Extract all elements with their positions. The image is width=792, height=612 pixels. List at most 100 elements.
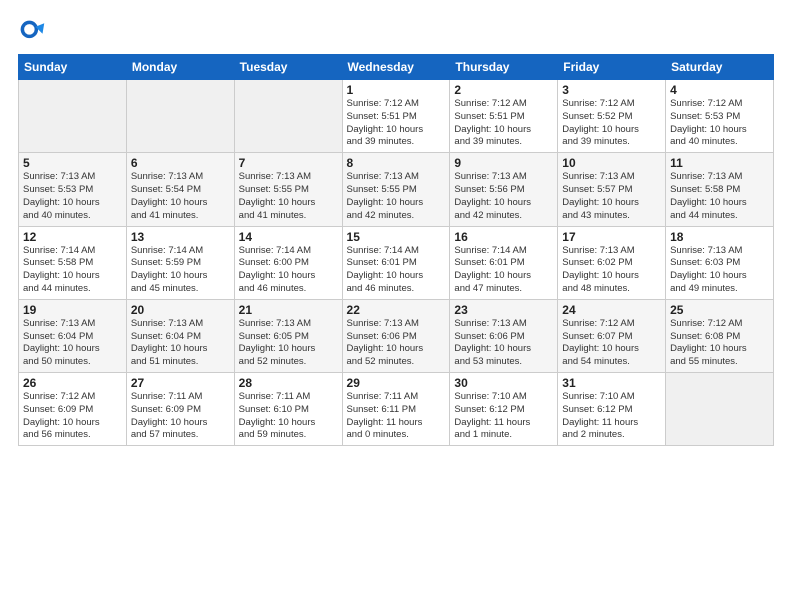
day-info: Sunrise: 7:10 AM Sunset: 6:12 PM Dayligh… bbox=[562, 391, 661, 442]
weekday-header-sunday: Sunday bbox=[19, 55, 127, 80]
logo bbox=[18, 18, 48, 46]
day-info: Sunrise: 7:12 AM Sunset: 5:51 PM Dayligh… bbox=[347, 98, 446, 149]
day-info: Sunrise: 7:12 AM Sunset: 6:09 PM Dayligh… bbox=[23, 391, 122, 442]
day-info: Sunrise: 7:14 AM Sunset: 5:58 PM Dayligh… bbox=[23, 245, 122, 296]
day-number: 15 bbox=[347, 230, 446, 244]
day-number: 27 bbox=[131, 376, 230, 390]
day-number: 21 bbox=[239, 303, 338, 317]
calendar-cell bbox=[126, 80, 234, 153]
day-info: Sunrise: 7:13 AM Sunset: 6:04 PM Dayligh… bbox=[23, 318, 122, 369]
day-info: Sunrise: 7:12 AM Sunset: 6:07 PM Dayligh… bbox=[562, 318, 661, 369]
day-number: 20 bbox=[131, 303, 230, 317]
day-info: Sunrise: 7:14 AM Sunset: 6:00 PM Dayligh… bbox=[239, 245, 338, 296]
day-number: 5 bbox=[23, 156, 122, 170]
calendar-cell: 17Sunrise: 7:13 AM Sunset: 6:02 PM Dayli… bbox=[558, 226, 666, 299]
weekday-header-row: SundayMondayTuesdayWednesdayThursdayFrid… bbox=[19, 55, 774, 80]
calendar-cell: 3Sunrise: 7:12 AM Sunset: 5:52 PM Daylig… bbox=[558, 80, 666, 153]
day-info: Sunrise: 7:13 AM Sunset: 6:03 PM Dayligh… bbox=[670, 245, 769, 296]
calendar-cell bbox=[234, 80, 342, 153]
day-number: 19 bbox=[23, 303, 122, 317]
day-info: Sunrise: 7:12 AM Sunset: 5:53 PM Dayligh… bbox=[670, 98, 769, 149]
day-number: 14 bbox=[239, 230, 338, 244]
day-info: Sunrise: 7:12 AM Sunset: 5:52 PM Dayligh… bbox=[562, 98, 661, 149]
calendar-cell: 27Sunrise: 7:11 AM Sunset: 6:09 PM Dayli… bbox=[126, 373, 234, 446]
day-number: 9 bbox=[454, 156, 553, 170]
calendar-cell: 15Sunrise: 7:14 AM Sunset: 6:01 PM Dayli… bbox=[342, 226, 450, 299]
weekday-header-friday: Friday bbox=[558, 55, 666, 80]
day-info: Sunrise: 7:14 AM Sunset: 5:59 PM Dayligh… bbox=[131, 245, 230, 296]
day-number: 31 bbox=[562, 376, 661, 390]
calendar-table: SundayMondayTuesdayWednesdayThursdayFrid… bbox=[18, 54, 774, 446]
weekday-header-saturday: Saturday bbox=[666, 55, 774, 80]
day-number: 23 bbox=[454, 303, 553, 317]
weekday-header-tuesday: Tuesday bbox=[234, 55, 342, 80]
weekday-header-monday: Monday bbox=[126, 55, 234, 80]
day-number: 24 bbox=[562, 303, 661, 317]
weekday-header-wednesday: Wednesday bbox=[342, 55, 450, 80]
calendar-cell: 8Sunrise: 7:13 AM Sunset: 5:55 PM Daylig… bbox=[342, 153, 450, 226]
calendar-cell: 19Sunrise: 7:13 AM Sunset: 6:04 PM Dayli… bbox=[19, 299, 127, 372]
day-info: Sunrise: 7:13 AM Sunset: 5:57 PM Dayligh… bbox=[562, 171, 661, 222]
calendar-cell: 29Sunrise: 7:11 AM Sunset: 6:11 PM Dayli… bbox=[342, 373, 450, 446]
day-info: Sunrise: 7:14 AM Sunset: 6:01 PM Dayligh… bbox=[347, 245, 446, 296]
calendar-cell: 26Sunrise: 7:12 AM Sunset: 6:09 PM Dayli… bbox=[19, 373, 127, 446]
calendar-cell: 10Sunrise: 7:13 AM Sunset: 5:57 PM Dayli… bbox=[558, 153, 666, 226]
day-info: Sunrise: 7:10 AM Sunset: 6:12 PM Dayligh… bbox=[454, 391, 553, 442]
day-info: Sunrise: 7:11 AM Sunset: 6:10 PM Dayligh… bbox=[239, 391, 338, 442]
calendar-cell: 21Sunrise: 7:13 AM Sunset: 6:05 PM Dayli… bbox=[234, 299, 342, 372]
day-number: 13 bbox=[131, 230, 230, 244]
day-info: Sunrise: 7:13 AM Sunset: 5:58 PM Dayligh… bbox=[670, 171, 769, 222]
day-info: Sunrise: 7:11 AM Sunset: 6:09 PM Dayligh… bbox=[131, 391, 230, 442]
day-number: 25 bbox=[670, 303, 769, 317]
day-number: 12 bbox=[23, 230, 122, 244]
week-row-1: 1Sunrise: 7:12 AM Sunset: 5:51 PM Daylig… bbox=[19, 80, 774, 153]
day-number: 18 bbox=[670, 230, 769, 244]
day-info: Sunrise: 7:13 AM Sunset: 6:05 PM Dayligh… bbox=[239, 318, 338, 369]
day-info: Sunrise: 7:13 AM Sunset: 5:55 PM Dayligh… bbox=[347, 171, 446, 222]
day-info: Sunrise: 7:13 AM Sunset: 6:06 PM Dayligh… bbox=[347, 318, 446, 369]
logo-icon bbox=[18, 18, 46, 46]
calendar-cell: 30Sunrise: 7:10 AM Sunset: 6:12 PM Dayli… bbox=[450, 373, 558, 446]
calendar-cell: 2Sunrise: 7:12 AM Sunset: 5:51 PM Daylig… bbox=[450, 80, 558, 153]
day-number: 6 bbox=[131, 156, 230, 170]
calendar-cell: 20Sunrise: 7:13 AM Sunset: 6:04 PM Dayli… bbox=[126, 299, 234, 372]
day-number: 7 bbox=[239, 156, 338, 170]
day-number: 26 bbox=[23, 376, 122, 390]
calendar-cell: 7Sunrise: 7:13 AM Sunset: 5:55 PM Daylig… bbox=[234, 153, 342, 226]
day-number: 29 bbox=[347, 376, 446, 390]
day-info: Sunrise: 7:13 AM Sunset: 6:02 PM Dayligh… bbox=[562, 245, 661, 296]
calendar-cell: 9Sunrise: 7:13 AM Sunset: 5:56 PM Daylig… bbox=[450, 153, 558, 226]
header bbox=[18, 18, 774, 46]
page: SundayMondayTuesdayWednesdayThursdayFrid… bbox=[0, 0, 792, 612]
day-number: 3 bbox=[562, 83, 661, 97]
week-row-5: 26Sunrise: 7:12 AM Sunset: 6:09 PM Dayli… bbox=[19, 373, 774, 446]
calendar-cell: 6Sunrise: 7:13 AM Sunset: 5:54 PM Daylig… bbox=[126, 153, 234, 226]
week-row-2: 5Sunrise: 7:13 AM Sunset: 5:53 PM Daylig… bbox=[19, 153, 774, 226]
day-info: Sunrise: 7:13 AM Sunset: 5:54 PM Dayligh… bbox=[131, 171, 230, 222]
day-info: Sunrise: 7:12 AM Sunset: 5:51 PM Dayligh… bbox=[454, 98, 553, 149]
weekday-header-thursday: Thursday bbox=[450, 55, 558, 80]
day-number: 11 bbox=[670, 156, 769, 170]
day-number: 2 bbox=[454, 83, 553, 97]
day-number: 8 bbox=[347, 156, 446, 170]
day-number: 1 bbox=[347, 83, 446, 97]
calendar-cell: 31Sunrise: 7:10 AM Sunset: 6:12 PM Dayli… bbox=[558, 373, 666, 446]
calendar-cell: 5Sunrise: 7:13 AM Sunset: 5:53 PM Daylig… bbox=[19, 153, 127, 226]
day-info: Sunrise: 7:13 AM Sunset: 5:56 PM Dayligh… bbox=[454, 171, 553, 222]
day-info: Sunrise: 7:12 AM Sunset: 6:08 PM Dayligh… bbox=[670, 318, 769, 369]
day-number: 22 bbox=[347, 303, 446, 317]
day-info: Sunrise: 7:13 AM Sunset: 5:53 PM Dayligh… bbox=[23, 171, 122, 222]
calendar-cell: 23Sunrise: 7:13 AM Sunset: 6:06 PM Dayli… bbox=[450, 299, 558, 372]
calendar-cell: 18Sunrise: 7:13 AM Sunset: 6:03 PM Dayli… bbox=[666, 226, 774, 299]
calendar-cell: 16Sunrise: 7:14 AM Sunset: 6:01 PM Dayli… bbox=[450, 226, 558, 299]
day-info: Sunrise: 7:13 AM Sunset: 6:04 PM Dayligh… bbox=[131, 318, 230, 369]
day-number: 30 bbox=[454, 376, 553, 390]
calendar-cell: 4Sunrise: 7:12 AM Sunset: 5:53 PM Daylig… bbox=[666, 80, 774, 153]
calendar-cell: 22Sunrise: 7:13 AM Sunset: 6:06 PM Dayli… bbox=[342, 299, 450, 372]
calendar-cell: 24Sunrise: 7:12 AM Sunset: 6:07 PM Dayli… bbox=[558, 299, 666, 372]
day-number: 17 bbox=[562, 230, 661, 244]
day-number: 28 bbox=[239, 376, 338, 390]
day-number: 10 bbox=[562, 156, 661, 170]
day-number: 16 bbox=[454, 230, 553, 244]
week-row-4: 19Sunrise: 7:13 AM Sunset: 6:04 PM Dayli… bbox=[19, 299, 774, 372]
